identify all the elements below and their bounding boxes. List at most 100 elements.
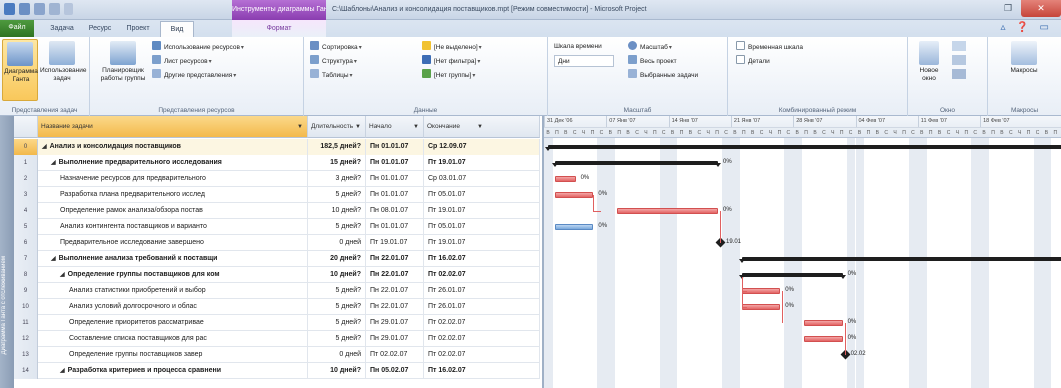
selected-tasks-button[interactable]: Выбранные задачи [628,69,724,81]
finish-cell[interactable]: Пт 02.02.07 [424,331,540,347]
task-name-cell[interactable]: Предварительное исследование завершено [38,235,308,251]
entire-project-button[interactable]: Весь проект [628,55,724,67]
collapse-icon[interactable]: ◢ [51,160,56,166]
duration-cell[interactable]: 5 дней? [308,299,366,315]
project-app-icon[interactable] [4,3,15,15]
duration-cell[interactable]: 3 дней? [308,171,366,187]
view-bar[interactable]: Диаграмма Ганта с отслеживанием [0,116,14,388]
qat-customize-icon[interactable] [64,3,73,15]
finish-cell[interactable]: Пт 05.01.07 [424,219,540,235]
undo-icon[interactable] [34,3,45,15]
collapse-icon[interactable]: ◢ [42,144,47,150]
task-bar[interactable] [741,288,781,294]
finish-cell[interactable]: Пт 19.01.07 [424,235,540,251]
tab-file[interactable]: Файл [0,20,34,37]
gantt-chart-button[interactable]: Диаграмма Ганта [2,39,38,101]
start-cell[interactable]: Пн 22.01.07 [366,267,424,283]
tab-project[interactable]: Проект [120,21,156,37]
task-name-cell[interactable]: Разработка плана предварительного исслед [38,187,308,203]
task-name-cell[interactable]: Назначение ресурсов для предварительного [38,171,308,187]
arrange-all-icon[interactable] [952,41,966,51]
finish-cell[interactable]: Пт 26.01.07 [424,283,540,299]
task-bar[interactable] [554,224,594,230]
zoom-button[interactable]: Масштаб▾ [628,41,724,53]
row-id[interactable]: 11 [14,315,38,331]
task-usage-button[interactable]: Использование задач [40,39,86,101]
start-cell[interactable]: Пн 01.01.07 [366,187,424,203]
finish-cell[interactable]: Пт 19.01.07 [424,155,540,171]
task-name-cell[interactable]: Анализ статистики приобретений и выбор [38,283,308,299]
column-header-finish[interactable]: Окончание ▼ [424,116,540,138]
other-views-button[interactable]: Другие представления▾ [152,69,300,81]
collapse-icon[interactable]: ◢ [60,368,65,374]
task-name-cell[interactable]: Определение группы поставщиков завер [38,347,308,363]
table-row[interactable]: 13 Определение группы поставщиков завер 0 … [14,347,540,363]
tab-view[interactable]: Вид [160,21,194,37]
task-name-cell[interactable]: ◢ Анализ и консолидация поставщиков [38,139,308,155]
start-cell[interactable]: Пн 22.01.07 [366,299,424,315]
row-id[interactable]: 9 [14,283,38,299]
table-row[interactable]: 2 Назначение ресурсов для предварительног… [14,171,540,187]
gantt-timescale[interactable]: 31 Дек '06 07 Янв '07 14 Янв '07 21 Янв '07… [544,116,1061,138]
duration-cell[interactable]: 182,5 дней? [308,139,366,155]
row-id[interactable]: 2 [14,171,38,187]
task-name-cell[interactable]: ◢ Разработка критериев и процесса сравнен… [38,363,308,379]
save-icon[interactable] [19,3,30,15]
row-id[interactable]: 3 [14,187,38,203]
select-all-corner[interactable] [14,116,38,138]
table-row[interactable]: 14 ◢ Разработка критериев и процесса сравн… [14,363,540,379]
start-cell[interactable]: Пн 01.01.07 [366,155,424,171]
task-name-cell[interactable]: ◢ Выполнение анализа требований к поставщ… [38,251,308,267]
table-row[interactable]: 6 Предварительное исследование завершено 0… [14,235,540,251]
table-row[interactable]: 12 Составление списка поставщиков для рас… [14,331,540,347]
duration-cell[interactable]: 10 дней? [308,203,366,219]
task-name-cell[interactable]: Составление списка поставщиков для рас [38,331,308,347]
start-cell[interactable]: Пн 01.01.07 [366,219,424,235]
switch-windows-icon[interactable] [952,69,966,79]
details-checkbox[interactable]: Детали [736,55,904,67]
row-id[interactable]: 10 [14,299,38,315]
table-row[interactable]: 10 Анализ условий долгосрочного и облас 5 … [14,299,540,315]
start-cell[interactable]: Пн 29.01.07 [366,315,424,331]
finish-cell[interactable]: Пт 02.02.07 [424,347,540,363]
row-id[interactable]: 14 [14,363,38,379]
duration-cell[interactable]: 5 дней? [308,315,366,331]
task-name-cell[interactable]: Определение приоритетов рассматривае [38,315,308,331]
summary-bar[interactable] [551,161,722,167]
duration-cell[interactable]: 10 дней? [308,363,366,379]
duration-cell[interactable]: 20 дней? [308,251,366,267]
task-name-cell[interactable]: Анализ контингента поставщиков и вариант… [38,219,308,235]
task-name-cell[interactable]: Анализ условий долгосрочного и облас [38,299,308,315]
maximize-icon[interactable]: ❐ [997,1,1019,16]
finish-cell[interactable]: Пт 16.02.07 [424,363,540,379]
finish-cell[interactable]: Ср 12.09.07 [424,139,540,155]
start-cell[interactable]: Пн 01.01.07 [366,139,424,155]
summary-bar[interactable] [545,145,1061,151]
row-id[interactable]: 1 [14,155,38,171]
duration-cell[interactable]: 5 дней? [308,219,366,235]
tab-task[interactable]: Задача [44,21,80,37]
help-icons[interactable]: ▵ ❓ ▭ [1001,22,1053,33]
task-name-cell[interactable]: Определение рамок анализа/обзора постав [38,203,308,219]
row-id[interactable]: 12 [14,331,38,347]
finish-cell[interactable]: Пт 26.01.07 [424,299,540,315]
timescale-dropdown[interactable]: Дни [554,55,614,67]
group-by-dropdown[interactable]: [Нет группы]▾ [422,69,544,81]
table-row[interactable]: 11 Определение приоритетов рассматривае 5 … [14,315,540,331]
start-cell[interactable]: Пн 22.01.07 [366,283,424,299]
finish-cell[interactable]: Пт 19.01.07 [424,203,540,219]
summary-bar[interactable] [738,257,1061,263]
summary-bar[interactable] [738,273,846,279]
row-id[interactable]: 7 [14,251,38,267]
new-window-button[interactable]: Новое окно [912,39,946,101]
finish-cell[interactable]: Ср 03.01.07 [424,171,540,187]
column-header-duration[interactable]: Длительность ▼ [308,116,366,138]
start-cell[interactable]: Пн 05.02.07 [366,363,424,379]
row-id[interactable]: 8 [14,267,38,283]
start-cell[interactable]: Пн 29.01.07 [366,331,424,347]
table-row[interactable]: 3 Разработка плана предварительного иссле… [14,187,540,203]
collapse-icon[interactable]: ◢ [51,256,56,262]
start-cell[interactable]: Пт 19.01.07 [366,235,424,251]
row-id[interactable]: 0 [14,139,38,155]
duration-cell[interactable]: 15 дней? [308,155,366,171]
